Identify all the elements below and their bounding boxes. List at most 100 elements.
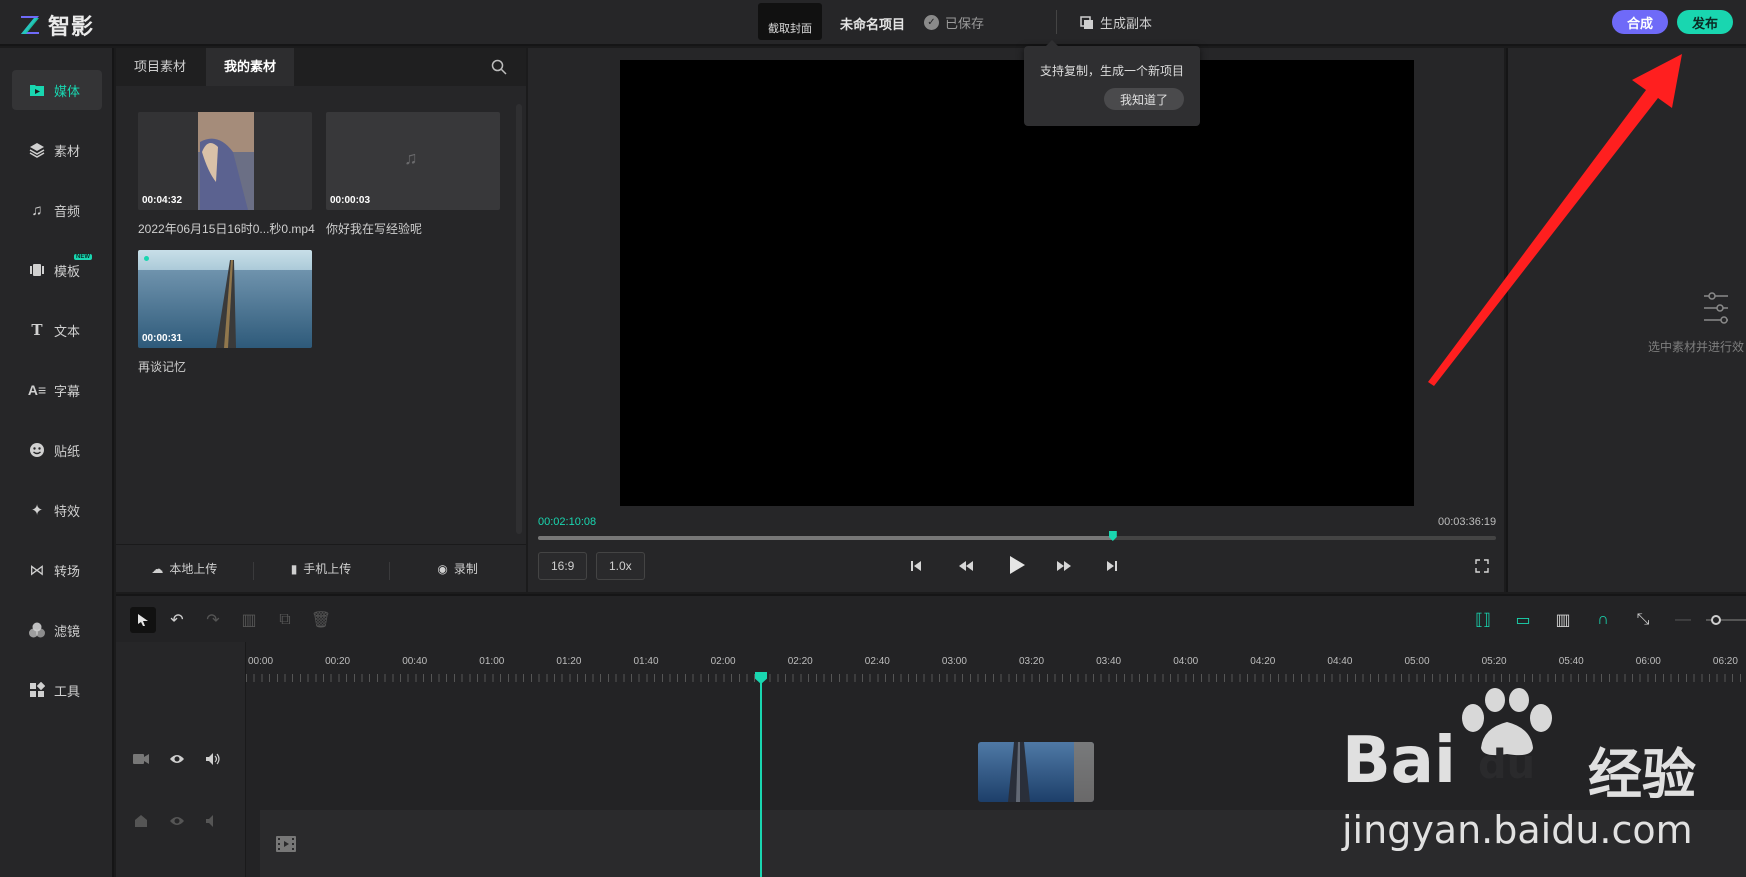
zoom-slider-handle[interactable] (1711, 615, 1721, 625)
speed-select[interactable]: 1.0x (596, 552, 645, 580)
nav-item-tools[interactable]: 工具 (12, 670, 102, 710)
duplicate-tooltip: 支持复制，生成一个新项目 我知道了 (1024, 40, 1200, 126)
media-card[interactable]: 00:00:31 再谈记忆 (138, 250, 312, 375)
track-headers (116, 642, 246, 877)
delete-icon[interactable]: 🗑 (310, 609, 332, 631)
cloud-upload-icon: ☁ (151, 561, 164, 576)
eye-icon[interactable] (168, 812, 186, 830)
sticker-icon (28, 441, 46, 459)
got-it-button[interactable]: 我知道了 (1104, 88, 1184, 110)
nav-label: 音频 (54, 203, 81, 219)
collapse-icon[interactable]: ⤡ (1632, 609, 1654, 631)
top-bar: 智影 截取封面 未命名项目 ✓ 已保存 生成副本 合成 发布 (0, 0, 1746, 46)
time-ruler[interactable]: 00:00 00:20 00:40 01:00 01:20 01:40 02:00 02:20… (246, 642, 1746, 682)
select-tool-icon[interactable] (130, 607, 156, 633)
snap-icon[interactable]: ⟦⟧ (1472, 609, 1494, 631)
ruler-tick-label: 04:20 (1250, 656, 1276, 667)
ruler-tick-label: 06:20 (1712, 656, 1738, 667)
audio-thumbnail[interactable]: ♫ 00:00:03 (326, 112, 500, 210)
media-name: 2022年06月15日16时0...秒0.mp4 (138, 222, 315, 236)
nav-item-sticker[interactable]: 贴纸 (12, 430, 102, 470)
project-name[interactable]: 未命名项目 (840, 14, 905, 33)
tab-my-assets[interactable]: 我的素材 (206, 48, 295, 86)
nav-item-filter[interactable]: 滤镜 (12, 610, 102, 650)
phone-upload-button[interactable]: ▮ 手机上传 (252, 560, 390, 580)
watermark-brand-du: du (1478, 742, 1536, 788)
app-logo[interactable]: 智影 (18, 9, 94, 41)
nav-item-text[interactable]: T 文本 (12, 310, 102, 350)
video-thumbnail[interactable]: 00:04:32 (138, 112, 312, 210)
progress-bar[interactable] (538, 531, 1496, 541)
nav-item-subtitle[interactable]: A≡ 字幕 (12, 370, 102, 410)
zoom-out-icon[interactable]: — (1672, 609, 1694, 631)
speaker-icon[interactable] (204, 812, 222, 830)
ratio-select[interactable]: 16:9 (538, 552, 588, 580)
nav-item-assets[interactable]: 素材 (12, 130, 102, 170)
nav-item-media[interactable]: 媒体 (12, 70, 102, 110)
skip-start-icon[interactable] (908, 558, 924, 574)
video-track-icon (132, 750, 150, 768)
ruler-tick-label: 04:40 (1327, 656, 1353, 667)
nav-label: 媒体 (54, 83, 81, 99)
ruler-tick-label: 02:00 (710, 656, 736, 667)
media-card[interactable]: 00:04:32 2022年06月15日16时0...秒0.mp4 (138, 112, 315, 237)
music-note-icon: ♫ (404, 148, 418, 168)
ruler-tick-label: 04:00 (1173, 656, 1199, 667)
sparkle-icon: ✦ (30, 502, 44, 519)
duplicate-button[interactable]: 生成副本 (1080, 13, 1152, 32)
copy-clip-icon[interactable]: ⧉ (274, 609, 296, 631)
duration-label: 00:00:31 (142, 333, 183, 344)
cover-thumbnail[interactable]: 截取封面 (758, 3, 822, 40)
publish-button[interactable]: 发布 (1677, 10, 1733, 34)
nav-item-audio[interactable]: ♫ 音频 (12, 190, 102, 230)
annotation-arrow (1428, 54, 1682, 386)
tab-project-assets[interactable]: 项目素材 (116, 48, 204, 86)
ruler-tick-label: 05:00 (1404, 656, 1430, 667)
playhead[interactable] (760, 674, 762, 877)
nav-item-template[interactable]: 模板 NEW (12, 250, 102, 290)
audio-split-icon[interactable]: ▥ (1552, 609, 1574, 631)
split-icon[interactable]: ▥ (238, 609, 260, 631)
record-button[interactable]: ◉ 录制 (389, 560, 526, 580)
record-icon: ◉ (437, 561, 448, 576)
fullscreen-icon[interactable] (1474, 558, 1490, 574)
redo-icon[interactable]: ↷ (202, 609, 224, 631)
ruler-tick-label: 02:40 (864, 656, 890, 667)
local-upload-button[interactable]: ☁ 本地上传 (116, 560, 253, 577)
eye-icon[interactable] (168, 750, 186, 768)
fit-icon[interactable]: ▭ (1512, 609, 1534, 631)
media-panel-footer: ☁ 本地上传 ▮ 手机上传 ◉ 录制 (116, 544, 526, 592)
check-icon: ✓ (924, 15, 939, 30)
preview-screen[interactable] (620, 60, 1414, 506)
ruler-tick-label: 01:00 (479, 656, 505, 667)
timeline-clip[interactable] (978, 742, 1094, 802)
phone-upload-label: 手机上传 (303, 562, 352, 576)
search-icon[interactable] (491, 59, 507, 75)
save-status-text: 已保存 (945, 16, 985, 31)
tooltip-message: 支持复制，生成一个新项目 (1040, 64, 1185, 78)
speaker-icon[interactable] (204, 750, 222, 768)
nav-item-transition[interactable]: ⋈ 转场 (12, 550, 102, 590)
undo-icon[interactable]: ↶ (166, 609, 188, 631)
rewind-icon[interactable] (958, 558, 974, 574)
duplicate-label: 生成副本 (1100, 16, 1153, 31)
fast-forward-icon[interactable] (1056, 558, 1072, 574)
nav-label: 工具 (54, 683, 81, 699)
nav-item-effects[interactable]: ✦ 特效 (12, 490, 102, 530)
scrollbar[interactable] (516, 104, 522, 534)
copy-icon (1080, 15, 1093, 29)
current-time: 00:02:10:08 (538, 516, 597, 528)
cover-label: 截取封面 (768, 23, 812, 35)
skip-end-icon[interactable] (1104, 558, 1120, 574)
magnet-icon[interactable]: ∩ (1592, 609, 1614, 631)
video-thumbnail[interactable]: 00:00:31 (138, 250, 312, 348)
play-icon[interactable] (1006, 554, 1028, 576)
media-card[interactable]: ♫ 00:00:03 你好我在写经验呢 (326, 112, 500, 237)
ruler-tick-label: 06:00 (1635, 656, 1661, 667)
duration-label: 00:00:03 (330, 195, 371, 206)
ruler-tick-label: 05:20 (1481, 656, 1507, 667)
ruler-tick-label: 00:20 (325, 656, 351, 667)
divider (1056, 10, 1057, 34)
compose-button[interactable]: 合成 (1612, 10, 1668, 34)
nav-label: 特效 (54, 503, 81, 519)
